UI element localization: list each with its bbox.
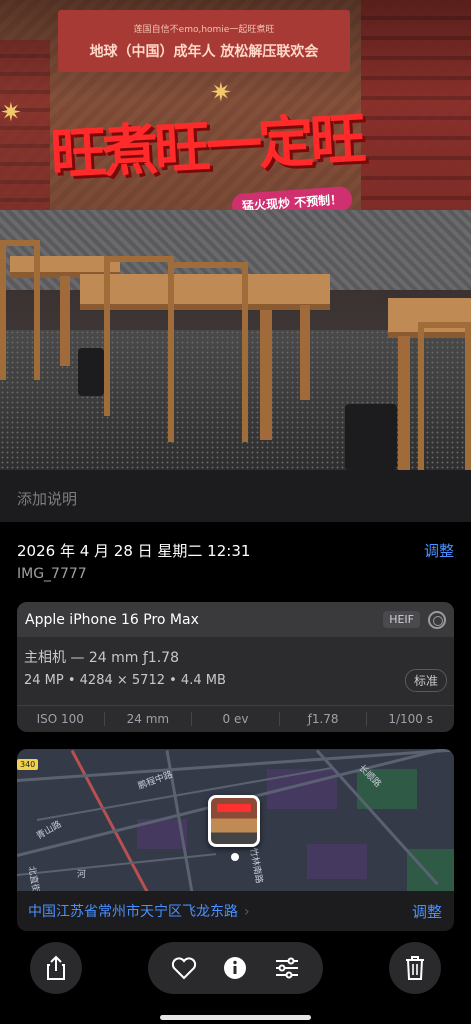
photo-banner-line1: 莲国自信不emo,homie一起旺煮旺 xyxy=(133,24,275,35)
exif-row: ISO 100 24 mm 0 ev ƒ1.78 1/100 s xyxy=(17,705,454,732)
info-sheet: 2026 年 4 月 28 日 星期二 12:31 调整 IMG_7777 Ap… xyxy=(0,522,471,1024)
caption-placeholder: 添加说明 xyxy=(17,490,78,508)
lamp-icon: ✷ xyxy=(210,78,232,108)
photo-chair xyxy=(168,262,248,442)
exif-shutter: 1/100 s xyxy=(388,712,433,726)
photo-table-leg xyxy=(398,336,410,470)
photo-bin xyxy=(78,348,104,396)
photo-chair xyxy=(418,322,471,470)
lens-info: 主相机 — 24 mm ƒ1.78 xyxy=(24,650,179,666)
exif-aperture: ƒ1.78 xyxy=(280,712,368,726)
caption-field[interactable]: 添加说明 xyxy=(0,470,471,522)
map-photo-pin[interactable] xyxy=(208,795,260,847)
photo-bin xyxy=(345,404,397,470)
location-map-card[interactable]: 340 鹏程中路 青山路 河 北直街 竹林南路 长顺路 中国江苏省常州市天宁区飞… xyxy=(17,749,454,931)
image-specs: 24 MP • 4284 × 5712 • 4.4 MB xyxy=(24,673,226,688)
photo-neon-sign: 旺煮旺一定旺 xyxy=(48,105,364,189)
map-label: 竹林南路 xyxy=(247,847,264,885)
map-location-dot xyxy=(231,853,239,861)
delete-button[interactable] xyxy=(389,942,441,994)
chevron-right-icon: › xyxy=(244,904,250,920)
address-text: 中国江苏省常州市天宁区飞龙东路 xyxy=(28,904,238,920)
map-road-badge: 340 xyxy=(17,759,39,770)
adjust-location-button[interactable]: 调整 xyxy=(412,901,442,922)
info-icon[interactable] xyxy=(222,955,248,981)
map-label: 北直街 xyxy=(25,865,41,891)
photo-view[interactable]: 莲国自信不emo,homie一起旺煮旺 地球（中国）成年人 放松解压联欢会 旺煮… xyxy=(0,0,471,470)
sliders-icon[interactable] xyxy=(274,955,300,981)
trash-icon xyxy=(402,955,428,981)
capture-datetime: 2026 年 4 月 28 日 星期二 12:31 xyxy=(17,542,251,560)
camera-info-card: Apple iPhone 16 Pro Max HEIF 主相机 — 24 mm… xyxy=(17,602,454,732)
photo-chair xyxy=(104,256,174,416)
format-badge: HEIF xyxy=(383,611,420,628)
datetime-row: 2026 年 4 月 28 日 星期二 12:31 调整 xyxy=(17,540,454,561)
lens-icon xyxy=(428,610,446,629)
map-view[interactable]: 340 鹏程中路 青山路 河 北直街 竹林南路 长顺路 xyxy=(17,749,454,891)
home-indicator[interactable] xyxy=(160,1015,311,1020)
share-icon xyxy=(43,955,69,981)
device-name: Apple iPhone 16 Pro Max xyxy=(25,611,199,628)
photo-table-leg xyxy=(60,276,70,366)
heart-icon[interactable] xyxy=(171,955,197,981)
location-address[interactable]: 中国江苏省常州市天宁区飞龙东路 › xyxy=(28,901,250,921)
exif-exposure-bias: 0 ev xyxy=(192,712,280,726)
action-pill xyxy=(148,942,323,994)
adjust-datetime-button[interactable]: 调整 xyxy=(424,540,454,561)
map-photo-thumbnail xyxy=(211,798,257,844)
photo-table-leg xyxy=(300,305,310,400)
camera-card-header-right: HEIF xyxy=(383,610,446,629)
photo-chair xyxy=(0,240,40,380)
photo-banner: 莲国自信不emo,homie一起旺煮旺 地球（中国）成年人 放松解压联欢会 xyxy=(58,10,350,72)
exif-iso: ISO 100 xyxy=(17,712,105,726)
file-name: IMG_7777 xyxy=(17,566,87,582)
camera-card-header: Apple iPhone 16 Pro Max HEIF xyxy=(17,602,454,637)
exif-focal-length: 24 mm xyxy=(105,712,193,726)
photo-style-badge: 标准 xyxy=(404,669,447,692)
map-label: 河 xyxy=(77,870,87,880)
photo-table-leg xyxy=(260,310,272,440)
share-button[interactable] xyxy=(30,942,82,994)
lamp-icon: ✷ xyxy=(0,98,22,128)
bottom-toolbar xyxy=(0,942,471,994)
photo-banner-line2: 地球（中国）成年人 放松解压联欢会 xyxy=(89,43,319,60)
map-block xyxy=(307,844,367,879)
map-footer: 中国江苏省常州市天宁区飞龙东路 › 调整 xyxy=(17,891,454,931)
